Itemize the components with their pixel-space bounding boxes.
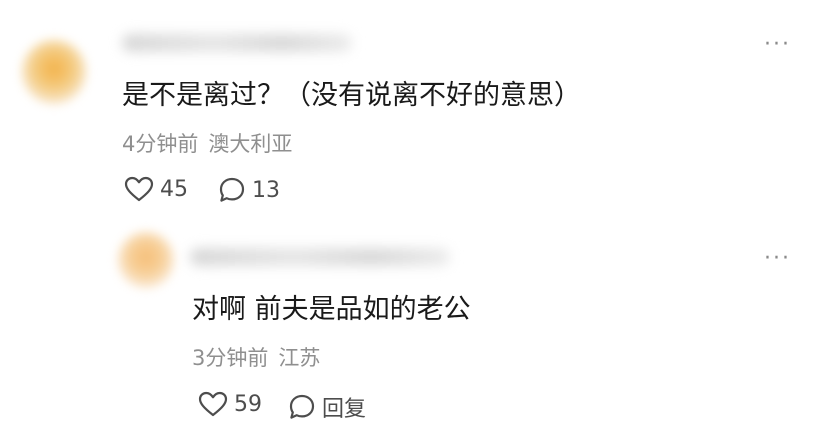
comment-time: 4分钟前	[122, 132, 199, 156]
reply-location: 江苏	[278, 346, 321, 370]
comment-location: 澳大利亚	[208, 132, 293, 156]
reply-like-button[interactable]: 59	[198, 391, 262, 417]
reply-avatar[interactable]	[118, 232, 174, 288]
reply-time: 3分钟前	[192, 346, 269, 370]
more-icon[interactable]: ···	[764, 34, 791, 56]
reply-count: 13	[252, 177, 280, 203]
comment-text: 是不是离过？（没有说离不好的意思）	[122, 80, 581, 111]
reply-button[interactable]: 13	[218, 176, 280, 204]
reply-like-count: 59	[234, 391, 262, 417]
reply-label: 回复	[322, 397, 367, 422]
like-button[interactable]: 45	[124, 176, 188, 202]
reply-username-blurred[interactable]	[190, 248, 450, 266]
like-count: 45	[160, 176, 188, 202]
reply-text: 对啊 前夫是品如的老公	[192, 294, 471, 325]
reply-meta: 3分钟前 江苏	[192, 344, 320, 372]
comment-bubble-icon	[219, 177, 245, 202]
heart-icon	[124, 176, 154, 202]
reply-more-icon[interactable]: ···	[764, 248, 791, 270]
username-blurred[interactable]	[122, 34, 352, 52]
comment-bubble-icon	[289, 394, 315, 419]
comment-meta: 4分钟前 澳大利亚	[122, 130, 292, 158]
heart-icon	[198, 391, 228, 417]
avatar[interactable]	[22, 40, 86, 104]
reply-reply-button[interactable]: 回复	[288, 391, 366, 423]
